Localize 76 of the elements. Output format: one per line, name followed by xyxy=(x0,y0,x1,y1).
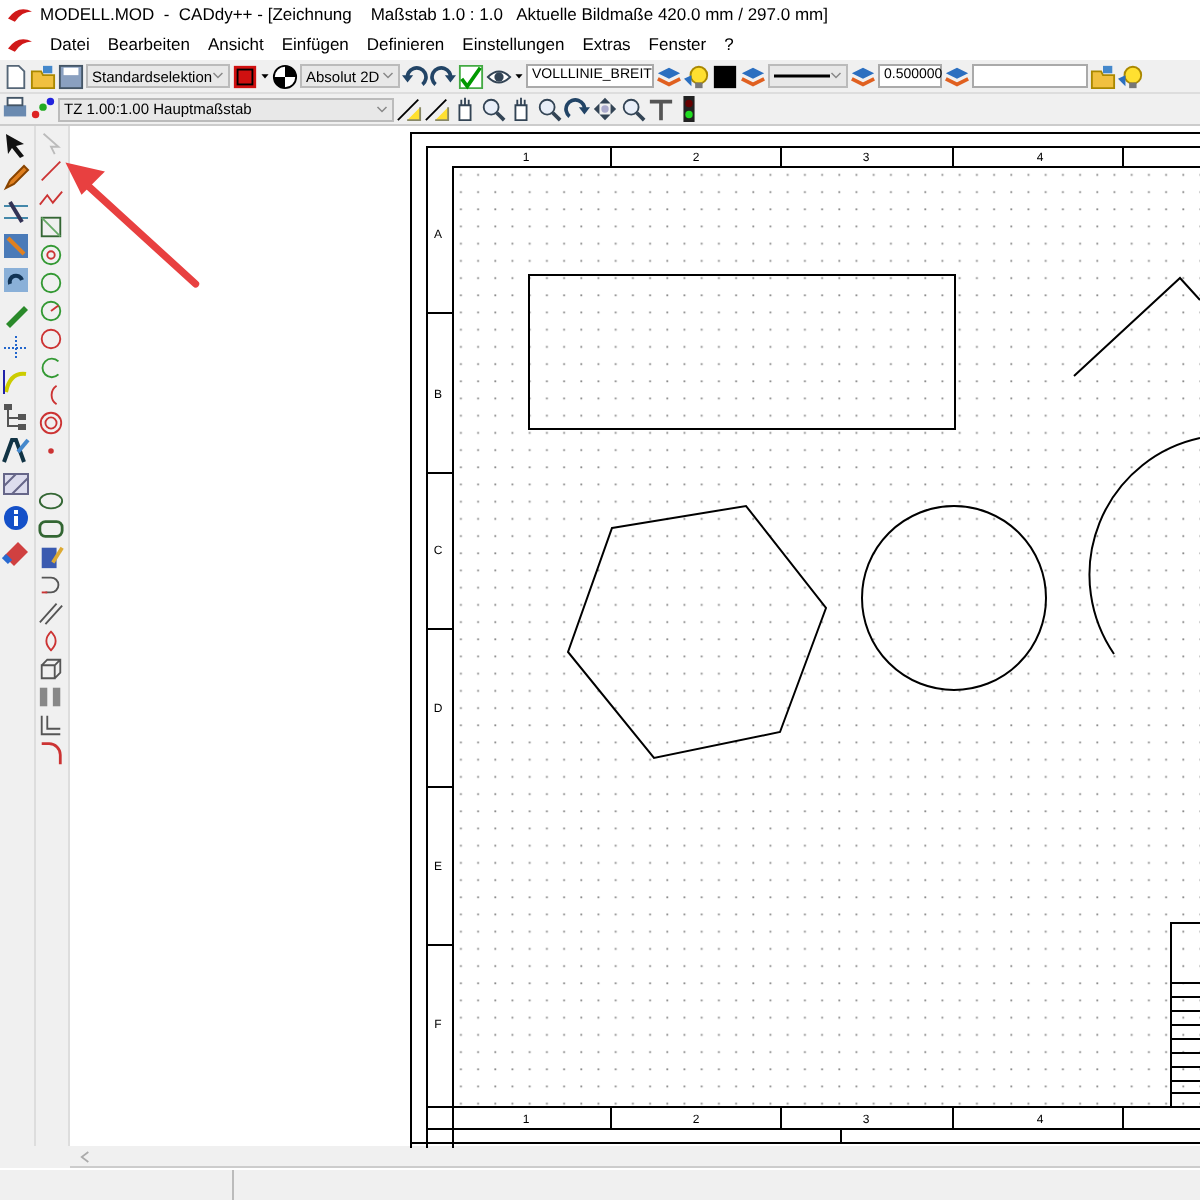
parallel-lines-icon[interactable] xyxy=(38,600,65,626)
chevron-down-icon[interactable] xyxy=(382,70,394,82)
app-logo-icon xyxy=(8,7,32,21)
menu-item[interactable]: ? xyxy=(724,34,734,54)
layers-icon[interactable] xyxy=(944,63,970,89)
pan-icon[interactable] xyxy=(592,96,618,122)
printer-icon[interactable] xyxy=(2,96,28,122)
hook-icon[interactable] xyxy=(38,572,65,598)
concentric-circle-icon[interactable] xyxy=(38,410,65,436)
zoom-icon[interactable] xyxy=(536,96,562,122)
layers-icon[interactable] xyxy=(656,63,682,89)
line-icon[interactable] xyxy=(38,158,65,184)
menu-item[interactable]: Einstellungen xyxy=(462,34,565,54)
tree-icon[interactable] xyxy=(2,402,31,430)
chevron-down-icon[interactable] xyxy=(376,103,388,115)
pie-icon[interactable] xyxy=(272,63,298,89)
polyline-shape[interactable] xyxy=(1073,276,1200,377)
info-icon[interactable] xyxy=(2,504,31,532)
redo-icon[interactable] xyxy=(430,63,456,89)
dimension-icon[interactable] xyxy=(396,96,422,122)
chevron-down-icon[interactable] xyxy=(830,70,842,82)
arc-icon[interactable] xyxy=(38,354,65,380)
app-logo-icon xyxy=(8,37,32,51)
folder-icon[interactable] xyxy=(1090,63,1116,89)
trim-icon[interactable] xyxy=(2,198,31,226)
hexagon-shape[interactable] xyxy=(566,504,828,760)
curve-icon[interactable] xyxy=(2,368,31,396)
window-title: MODELL.MOD - CADdy++ - [Zeichnung Maßstab 1.0 : 1.0 Aktuelle Bildmaße 420.0 mm / 297.0 mm] xyxy=(40,4,828,24)
bulb-icon[interactable] xyxy=(1118,63,1144,89)
text-icon[interactable] xyxy=(2,436,31,464)
color-dots-icon[interactable] xyxy=(30,96,56,122)
crosshair-icon[interactable] xyxy=(2,334,31,362)
circle-shape[interactable] xyxy=(861,505,1047,691)
move-icon[interactable] xyxy=(2,232,31,260)
chevron-down-icon[interactable] xyxy=(212,70,224,82)
pen-icon[interactable] xyxy=(2,300,31,328)
menu-item[interactable]: Extras xyxy=(582,34,631,54)
rectangle-shape[interactable] xyxy=(528,274,956,430)
save-icon[interactable] xyxy=(58,63,84,89)
color-swatch-icon[interactable] xyxy=(712,63,738,89)
rectangle-icon[interactable] xyxy=(38,214,65,240)
grid-check-icon[interactable] xyxy=(458,63,484,89)
frame-icon[interactable] xyxy=(38,712,65,738)
refresh-icon[interactable] xyxy=(564,96,590,122)
rotate-icon[interactable] xyxy=(2,266,31,294)
menu-item[interactable]: Fenster xyxy=(648,34,707,54)
hatch-icon[interactable] xyxy=(2,470,31,498)
dimension-icon[interactable] xyxy=(424,96,450,122)
menu-item[interactable]: Einfügen xyxy=(281,34,349,54)
circle-icon[interactable] xyxy=(38,270,65,296)
ellipse-icon[interactable] xyxy=(38,488,65,514)
input-field[interactable] xyxy=(972,64,1088,88)
fillet-icon[interactable] xyxy=(38,740,65,766)
arc-shape[interactable] xyxy=(1088,437,1200,655)
pencil-icon[interactable] xyxy=(2,164,31,192)
horizontal-scrollbar[interactable] xyxy=(70,1146,1200,1168)
cube-icon[interactable] xyxy=(38,656,65,682)
circle-icon[interactable] xyxy=(38,298,65,324)
menu-item[interactable]: Definieren xyxy=(366,34,445,54)
zoom-icon[interactable] xyxy=(480,96,506,122)
menu-item[interactable]: Bearbeiten xyxy=(107,34,190,54)
circle-icon[interactable] xyxy=(38,326,65,352)
edit-icon[interactable] xyxy=(38,544,65,570)
layers-icon[interactable] xyxy=(740,63,766,89)
eraser-icon[interactable] xyxy=(2,538,31,566)
line-style-dropdown[interactable] xyxy=(768,64,848,88)
rounded-rectangle-icon[interactable] xyxy=(38,516,65,542)
columns-icon[interactable] xyxy=(38,684,65,710)
zoom-icon[interactable] xyxy=(620,96,646,122)
circle-icon[interactable] xyxy=(38,242,65,268)
layers-icon[interactable] xyxy=(850,63,876,89)
menu-item[interactable]: Ansicht xyxy=(207,34,264,54)
bulb-icon[interactable] xyxy=(684,63,710,89)
selection-icon[interactable] xyxy=(232,63,258,89)
menu-item[interactable]: Datei xyxy=(50,34,90,54)
undo-icon[interactable] xyxy=(402,63,428,89)
